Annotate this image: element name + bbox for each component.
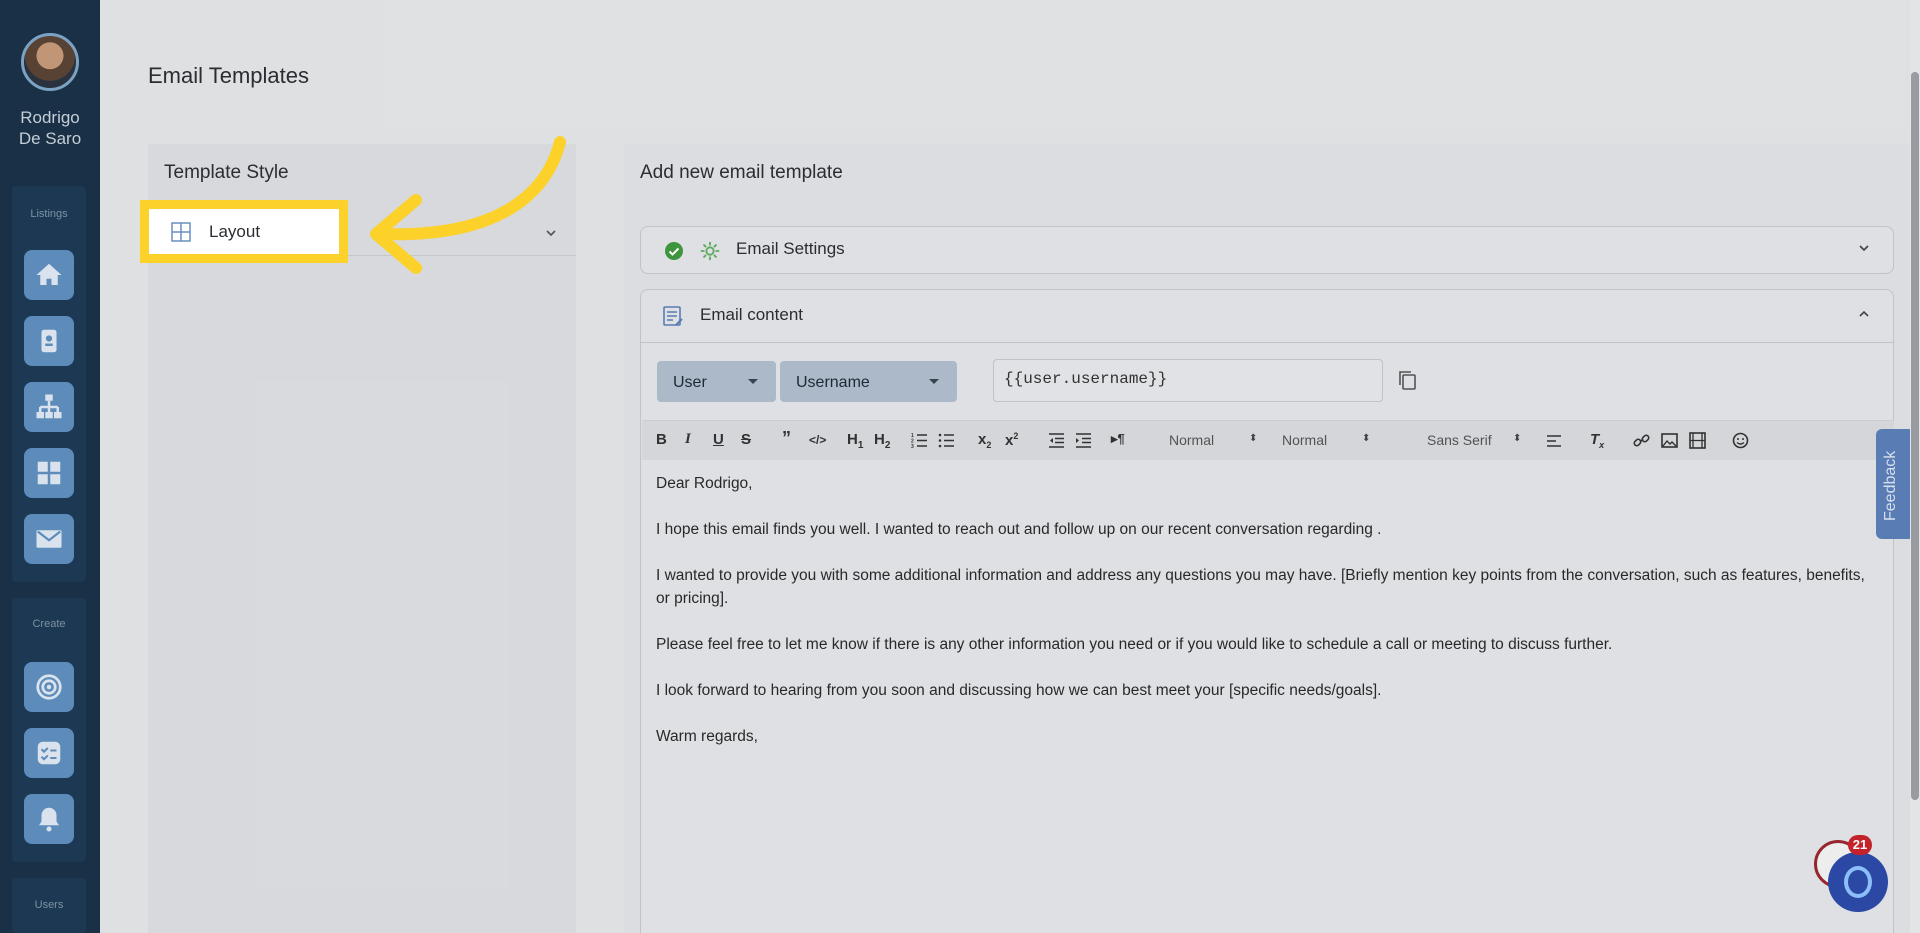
listings-label: Listings [30,208,68,220]
bullet-list-icon[interactable] [938,432,955,449]
new-template-title: Add new email template [640,162,843,183]
image-icon[interactable] [1661,432,1678,449]
variable-field-value: Username [796,374,870,391]
contact-card-icon [41,329,57,353]
svg-text:3: 3 [911,444,914,449]
underline-button[interactable]: U [713,431,724,448]
chevron-up-icon[interactable] [1857,307,1871,321]
page-title: Email Templates [148,63,309,88]
layout-item-highlight[interactable]: Layout [140,200,348,263]
variable-group-value: User [673,374,707,391]
sidebar: Rodrigo De Saro Listings Create Users [0,0,100,933]
ordered-list-icon[interactable]: 123 [911,432,928,449]
layout-grid-icon [171,222,191,242]
bold-button[interactable]: B [656,431,667,448]
create-group: Create [12,598,86,862]
feedback-label: Feedback [1882,450,1899,521]
editor-paragraph: Please feel free to let me know if there… [656,636,1613,653]
envelope-icon [36,530,62,548]
editor-paragraph: Warm regards, [656,728,758,745]
chat-launcher-button[interactable] [1828,852,1888,912]
feedback-tab[interactable]: Feedback [1876,429,1910,539]
editor-paragraph: I look forward to hearing from you soon … [656,682,1382,699]
strike-button[interactable]: S [741,431,751,448]
chevron-down-icon [1859,245,1869,252]
editor-paragraph: I hope this email finds you well. I want… [656,521,1382,538]
updown-icon: ⬍ [1513,433,1522,444]
indent-icon[interactable] [1075,432,1092,449]
grid-icon [37,461,61,485]
font-select-value: Sans Serif [1427,432,1492,448]
editor-paragraph: I wanted to provide you with some additi… [656,567,1865,607]
align-icon[interactable] [1546,433,1562,449]
email-settings-accordion[interactable]: Email Settings [640,226,1894,274]
notification-count-badge: 21 [1848,835,1872,855]
size-select[interactable]: Normal ⬍ [1282,432,1372,448]
email-body-editor[interactable]: Dear Rodrigo, I hope this email finds yo… [656,472,1876,771]
divider [641,342,1893,343]
users-group: Users [12,878,86,933]
scrollbar-thumb[interactable] [1911,72,1919,800]
subscript-button[interactable]: x2 [978,431,991,450]
header-select-value: Normal [1169,432,1215,448]
email-content-accordion: Email content User Username {{user.usern… [640,289,1894,933]
size-select-value: Normal [1282,432,1328,448]
editor-paragraph: Dear Rodrigo, [656,475,753,492]
template-style-title: Template Style [164,162,289,183]
nav-tasks-button[interactable] [24,728,74,778]
check-circle-icon [665,242,683,260]
header-select[interactable]: Normal ⬍ [1169,432,1259,448]
variable-group-select[interactable]: User [657,361,776,402]
target-icon [36,674,62,700]
variable-token-field[interactable]: {{user.username}} [993,359,1383,402]
nav-contacts-button[interactable] [24,316,74,366]
nav-home-button[interactable] [24,250,74,300]
h1-button[interactable]: H1 [847,431,863,451]
arrow-annotation-icon [370,136,566,274]
avatar[interactable] [21,33,79,91]
caret-down-icon [748,379,758,384]
bell-icon [39,807,59,832]
emoji-icon[interactable] [1732,432,1749,449]
code-button[interactable]: </> [809,433,826,447]
updown-icon: ⬍ [1249,433,1258,444]
text-direction-button[interactable]: ▸¶ [1111,431,1125,447]
users-label: Users [34,899,64,911]
listings-group: Listings [12,186,86,582]
outdent-icon[interactable] [1048,432,1065,449]
updown-icon: ⬍ [1362,433,1371,444]
email-content-label[interactable]: Email content [700,305,803,325]
create-label: Create [32,618,66,630]
variable-field-select[interactable]: Username [780,361,957,402]
copy-icon[interactable] [1395,368,1419,392]
font-select[interactable]: Sans Serif ⬍ [1427,432,1522,448]
video-icon[interactable] [1689,432,1706,449]
superscript-button[interactable]: x2 [1005,431,1018,449]
gear-icon [700,241,720,261]
nav-alerts-button[interactable] [24,794,74,844]
nav-goals-button[interactable] [24,662,74,712]
clear-format-button[interactable]: Tx [1590,431,1604,450]
user-name: Rodrigo De Saro [18,108,82,148]
document-edit-icon [663,306,683,326]
editor-toolbar: B I U S ” </> H1 H2 123 x2 x2 ▸¶ Normal … [642,420,1894,460]
link-icon[interactable] [1633,432,1650,449]
nav-email-button[interactable] [24,514,74,564]
checklist-icon [37,741,61,765]
italic-button[interactable]: I [685,431,691,448]
email-settings-label: Email Settings [736,239,845,258]
home-icon [36,263,62,285]
layout-label: Layout [209,222,261,241]
org-chart-icon [36,394,62,419]
chat-icon [1844,866,1872,898]
nav-templates-button[interactable] [24,448,74,498]
new-template-panel: Add new email template Email Settings Em… [624,144,1920,933]
scrollbar[interactable] [1910,0,1920,933]
h2-button[interactable]: H2 [874,431,890,451]
blockquote-button[interactable]: ” [782,428,791,449]
caret-down-icon [929,379,939,384]
nav-org-button[interactable] [24,382,74,432]
